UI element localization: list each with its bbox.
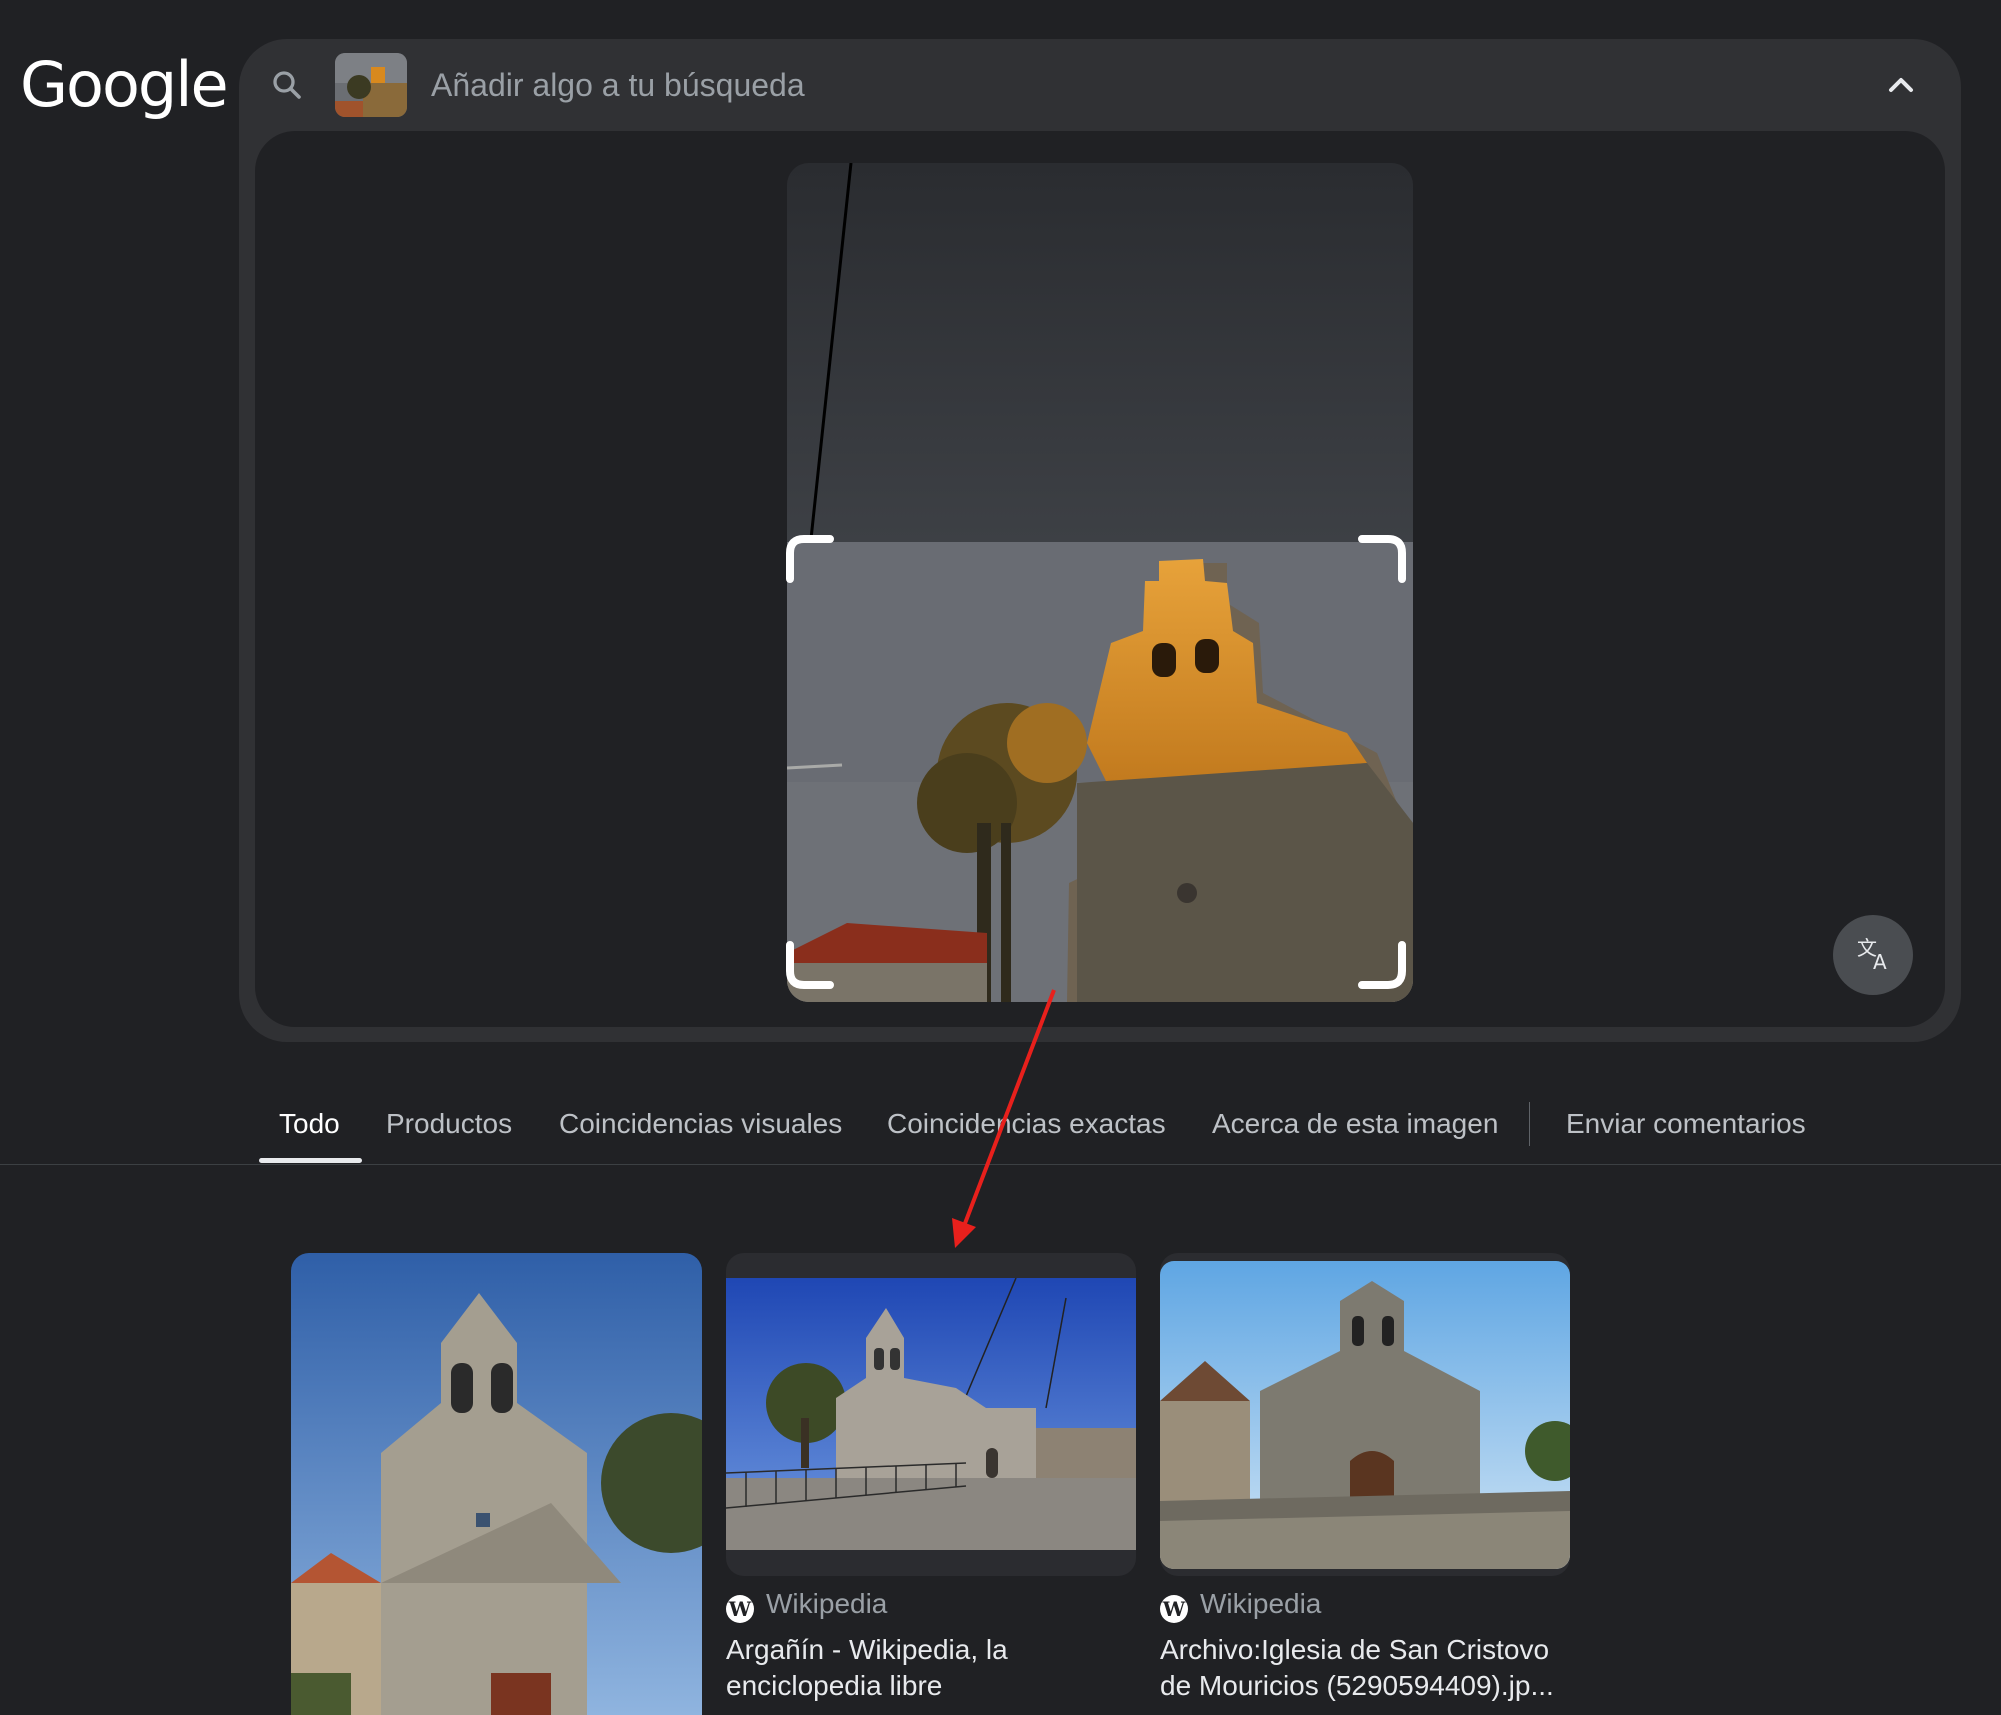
wikipedia-icon: W bbox=[1160, 1595, 1188, 1623]
svg-text:A: A bbox=[1873, 950, 1887, 974]
active-tab-indicator bbox=[259, 1158, 362, 1163]
tab-coincidencias-visuales[interactable]: Coincidencias visuales bbox=[559, 1108, 842, 1140]
tab-productos[interactable]: Productos bbox=[386, 1108, 512, 1140]
tab-enviar-comentarios[interactable]: Enviar comentarios bbox=[1566, 1108, 1806, 1140]
result-image[interactable] bbox=[726, 1278, 1136, 1550]
result-title[interactable]: Argañín - Wikipedia, la enciclopedia lib… bbox=[726, 1632, 1146, 1704]
google-logo[interactable]: Google bbox=[20, 48, 229, 121]
chevron-up-icon[interactable] bbox=[1881, 65, 1921, 105]
results-tabs: Todo Productos Coincidencias visuales Co… bbox=[0, 1090, 2001, 1165]
tab-acerca-de-esta-imagen[interactable]: Acerca de esta imagen bbox=[1212, 1108, 1498, 1140]
result-title[interactable]: Archivo:Iglesia de San Cristovo de Mouri… bbox=[1160, 1632, 1580, 1704]
search-icon[interactable] bbox=[269, 67, 305, 103]
search-bar bbox=[239, 39, 1961, 131]
tab-divider bbox=[1529, 1102, 1530, 1146]
translate-button[interactable]: 文 A bbox=[1833, 915, 1913, 995]
tab-coincidencias-exactas[interactable]: Coincidencias exactas bbox=[887, 1108, 1166, 1140]
tab-todo[interactable]: Todo bbox=[279, 1108, 340, 1140]
translate-icon: 文 A bbox=[1857, 936, 1887, 974]
result-source[interactable]: W Wikipedia bbox=[1160, 1588, 1321, 1623]
search-input[interactable] bbox=[431, 63, 1731, 107]
result-image[interactable] bbox=[1160, 1261, 1570, 1569]
result-image[interactable] bbox=[291, 1253, 702, 1715]
crop-selection-handles[interactable] bbox=[786, 535, 1406, 989]
wikipedia-icon: W bbox=[726, 1595, 754, 1623]
query-image-thumbnail[interactable] bbox=[335, 53, 407, 117]
result-source[interactable]: W Wikipedia bbox=[726, 1588, 887, 1623]
